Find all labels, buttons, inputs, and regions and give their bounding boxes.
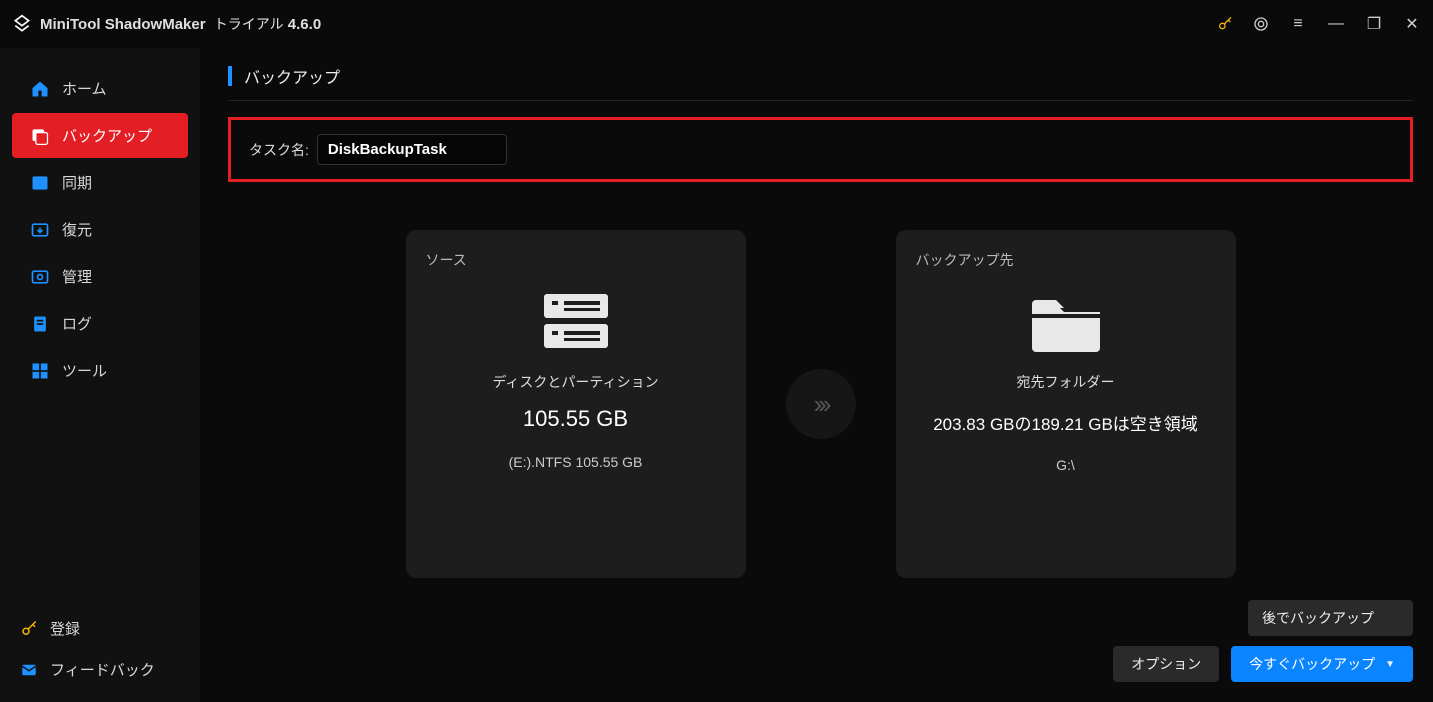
- source-card-label: ソース: [426, 250, 726, 270]
- register-key-icon: [20, 620, 38, 638]
- main-content: バックアップ タスク名: ソース: [200, 48, 1433, 702]
- destination-card-label: バックアップ先: [916, 250, 1216, 270]
- source-card[interactable]: ソース ディスクとパーティション 105.55 GB (E:).NTF: [406, 230, 746, 578]
- app-logo-icon: [12, 14, 32, 34]
- minimize-icon[interactable]: —: [1327, 15, 1345, 33]
- title-bar-left: MiniTool ShadowMaker トライアル 4.6.0: [12, 14, 321, 34]
- sidebar-item-label: 復元: [62, 219, 92, 240]
- sidebar-item-restore[interactable]: 復元: [12, 207, 188, 252]
- page-header: バックアップ: [228, 64, 1413, 101]
- destination-folder-label: 宛先フォルダー: [1017, 372, 1115, 392]
- lifebuoy-icon[interactable]: [1253, 16, 1269, 32]
- task-name-row: タスク名:: [228, 117, 1413, 182]
- options-button[interactable]: オプション: [1113, 646, 1219, 682]
- sidebar-register[interactable]: 登録: [0, 608, 200, 649]
- backup-now-label: 今すぐバックアップ: [1249, 654, 1375, 674]
- sidebar-item-label: 同期: [62, 172, 92, 193]
- source-type-label: ディスクとパーティション: [492, 372, 658, 392]
- page-title: バックアップ: [244, 64, 340, 88]
- dropdown-caret-icon: ▼: [1385, 659, 1395, 670]
- source-detail: (E:).NTFS 105.55 GB: [509, 454, 643, 470]
- sidebar-feedback[interactable]: フィードバック: [0, 649, 200, 690]
- sidebar-item-backup[interactable]: バックアップ: [12, 113, 188, 158]
- sidebar-item-label: 管理: [62, 266, 92, 287]
- maximize-icon[interactable]: ❐: [1365, 14, 1383, 34]
- trial-label: トライアル: [214, 16, 284, 32]
- sidebar-item-home[interactable]: ホーム: [12, 66, 188, 111]
- sidebar: ホーム バックアップ 同期 復元 管理 ログ: [0, 48, 200, 702]
- log-icon: [30, 314, 50, 334]
- sidebar-item-label: バックアップ: [62, 125, 152, 146]
- app-title: MiniTool ShadowMaker トライアル 4.6.0: [40, 14, 321, 34]
- restore-icon: [30, 220, 50, 240]
- destination-space: 203.83 GBの189.21 GBは空き領域: [933, 410, 1198, 435]
- backup-icon: [30, 126, 50, 146]
- sidebar-item-label: ツール: [62, 360, 107, 381]
- tools-icon: [30, 361, 50, 381]
- source-size: 105.55 GB: [523, 406, 628, 432]
- accent-bar: [228, 66, 232, 86]
- feedback-label: フィードバック: [50, 659, 155, 680]
- key-icon[interactable]: [1217, 16, 1233, 32]
- sidebar-item-label: ログ: [62, 313, 92, 334]
- destination-card[interactable]: バックアップ先 宛先フォルダー 203.83 GBの189.21 GBは空き領域…: [896, 230, 1236, 578]
- sidebar-item-tools[interactable]: ツール: [12, 348, 188, 393]
- sidebar-item-log[interactable]: ログ: [12, 301, 188, 346]
- folder-icon: [1026, 290, 1106, 354]
- manage-icon: [30, 267, 50, 287]
- close-icon[interactable]: ✕: [1403, 14, 1421, 34]
- app-version: 4.6.0: [288, 16, 321, 33]
- destination-drive: G:\: [1056, 457, 1075, 473]
- sidebar-item-label: ホーム: [62, 78, 107, 99]
- cards-row: ソース ディスクとパーティション 105.55 GB (E:).NTF: [228, 230, 1413, 578]
- register-label: 登録: [50, 618, 80, 639]
- menu-icon[interactable]: ≡: [1289, 15, 1307, 33]
- title-bar-right: ≡ — ❐ ✕: [1217, 14, 1421, 34]
- transfer-arrows-icon: ›››: [786, 369, 856, 439]
- title-bar: MiniTool ShadowMaker トライアル 4.6.0 ≡ — ❐ ✕: [0, 0, 1433, 48]
- home-icon: [30, 79, 50, 99]
- sync-icon: [30, 173, 50, 193]
- backup-now-button[interactable]: 今すぐバックアップ ▼: [1231, 646, 1413, 682]
- backup-later-button[interactable]: 後でバックアップ: [1248, 600, 1413, 636]
- sidebar-item-manage[interactable]: 管理: [12, 254, 188, 299]
- task-name-label: タスク名:: [249, 140, 309, 160]
- footer-buttons: 後でバックアップ オプション 今すぐバックアップ ▼: [1113, 600, 1413, 682]
- feedback-mail-icon: [20, 661, 38, 679]
- sidebar-item-sync[interactable]: 同期: [12, 160, 188, 205]
- task-name-input[interactable]: [317, 134, 507, 165]
- disk-icon: [540, 290, 612, 354]
